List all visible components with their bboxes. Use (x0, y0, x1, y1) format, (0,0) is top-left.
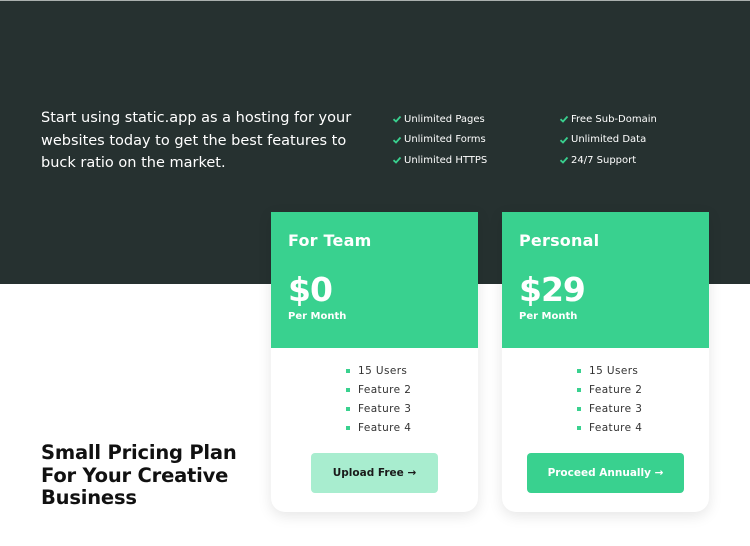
plan-feature-label: 15 Users (589, 364, 639, 377)
bullet-icon (346, 387, 350, 392)
bullet-icon (577, 368, 581, 373)
plan-feature-label: Feature 3 (358, 402, 412, 415)
plan-feature-item: Feature 3 (577, 399, 642, 418)
plan-price: $29 (519, 270, 586, 309)
bullet-icon (346, 368, 350, 373)
intro-text: Start using static.app as a hosting for … (41, 110, 352, 171)
plan-name: For Team (288, 231, 372, 250)
plan-feature-label: Feature 2 (589, 383, 643, 396)
feature-item: Unlimited Forms (392, 130, 487, 151)
plan-feature-label: Feature 4 (358, 421, 412, 434)
pricing-card-header: Personal $29 Per Month (502, 212, 709, 348)
pricing-card-personal: Personal $29 Per Month 15 Users Feature … (502, 212, 709, 512)
plan-feature-label: Feature 4 (589, 421, 643, 434)
check-icon (559, 116, 569, 124)
feature-label: Unlimited HTTPS (404, 154, 488, 166)
feature-label: Free Sub-Domain (571, 113, 657, 125)
feature-item: Unlimited HTTPS (392, 150, 487, 171)
pricing-headline: Small Pricing Plan For Your Creative Bus… (41, 441, 237, 509)
check-icon (559, 157, 569, 165)
plan-feature-label: 15 Users (358, 364, 408, 377)
feature-item: 24/7 Support (559, 150, 657, 171)
plan-name: Personal (519, 231, 600, 250)
feature-label: Unlimited Forms (404, 134, 486, 146)
feature-label: Unlimited Data (571, 134, 647, 146)
check-icon (559, 136, 569, 144)
feature-item: Unlimited Data (559, 130, 657, 151)
pricing-card-team: For Team $0 Per Month 15 Users Feature 2… (271, 212, 478, 512)
bullet-icon (577, 387, 581, 392)
feature-label: Unlimited Pages (404, 113, 485, 125)
check-icon (392, 157, 402, 165)
plan-feature-list: 15 Users Feature 2 Feature 3 Feature 4 (346, 361, 411, 437)
bullet-icon (346, 406, 350, 411)
plan-feature-item: Feature 2 (577, 380, 642, 399)
feature-item: Unlimited Pages (392, 109, 487, 130)
plan-feature-item: 15 Users (346, 361, 411, 380)
plan-feature-item: Feature 2 (346, 380, 411, 399)
plan-feature-list: 15 Users Feature 2 Feature 3 Feature 4 (577, 361, 642, 437)
feature-column-1: Unlimited Pages Unlimited Forms Unlimite… (392, 109, 487, 171)
plan-feature-item: Feature 4 (577, 418, 642, 437)
feature-list: Unlimited Pages Unlimited Forms Unlimite… (392, 109, 692, 179)
feature-item: Free Sub-Domain (559, 109, 657, 130)
plan-period: Per Month (519, 311, 578, 322)
bullet-icon (577, 406, 581, 411)
feature-label: 24/7 Support (571, 154, 637, 166)
plan-feature-item: Feature 3 (346, 399, 411, 418)
pricing-card-header: For Team $0 Per Month (271, 212, 478, 348)
proceed-annually-button[interactable]: Proceed Annually → (527, 453, 684, 493)
plan-price: $0 (288, 270, 333, 309)
plan-feature-label: Feature 2 (358, 383, 412, 396)
plan-feature-item: 15 Users (577, 361, 642, 380)
check-icon (392, 136, 402, 144)
bullet-icon (577, 425, 581, 430)
upload-free-button[interactable]: Upload Free → (311, 453, 438, 493)
plan-feature-item: Feature 4 (346, 418, 411, 437)
plan-feature-label: Feature 3 (589, 402, 643, 415)
bullet-icon (346, 425, 350, 430)
feature-column-2: Free Sub-Domain Unlimited Data 24/7 Supp… (559, 109, 657, 171)
check-icon (392, 116, 402, 124)
plan-period: Per Month (288, 311, 347, 322)
